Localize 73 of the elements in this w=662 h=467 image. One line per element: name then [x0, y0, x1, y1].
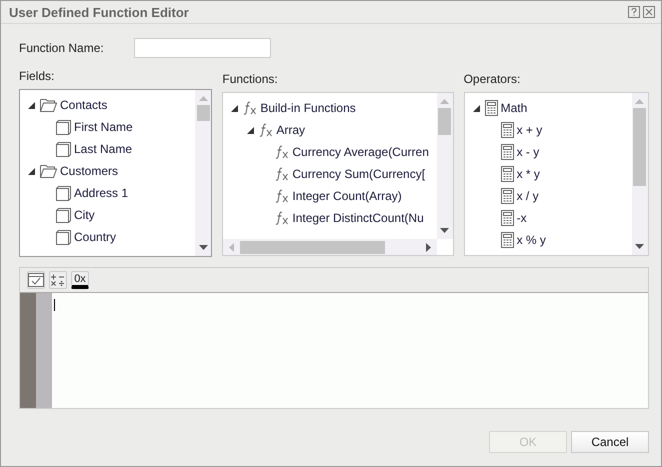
field-icon — [56, 230, 71, 244]
list-label: Operators: — [464, 72, 522, 86]
scroll-up-icon[interactable] — [198, 96, 208, 101]
tree-group[interactable]: Contacts — [60, 98, 108, 112]
field-icon — [56, 142, 71, 156]
scroll-up-icon[interactable] — [440, 99, 450, 104]
calculator-icon — [500, 232, 514, 248]
function-name-label: Function Name: — [19, 41, 105, 55]
scroll-down-icon[interactable] — [635, 244, 644, 249]
tree-group[interactable]: Array — [276, 123, 306, 137]
field-icon — [56, 186, 71, 200]
tree-item[interactable]: Currency Average(Curren — [292, 145, 429, 159]
scroll-up-icon[interactable] — [635, 99, 644, 104]
tree-item[interactable]: Country — [74, 230, 116, 244]
field-icon — [56, 120, 71, 134]
scroll-thumb[interactable] — [240, 240, 386, 254]
calculator-icon — [484, 100, 498, 116]
close-icon[interactable] — [643, 6, 655, 18]
tree-group[interactable]: Customers — [60, 164, 118, 178]
calculator-icon — [500, 122, 514, 138]
scroll-right-icon[interactable] — [426, 242, 431, 252]
scroll-thumb[interactable] — [438, 108, 452, 135]
hex-button[interactable]: 0x — [71, 271, 89, 289]
expand-arrow-icon[interactable] — [247, 126, 254, 134]
expand-arrow-icon[interactable] — [231, 104, 238, 112]
calculator-icon — [500, 144, 514, 160]
expand-arrow-icon[interactable] — [28, 168, 35, 174]
function-name-field[interactable] — [134, 38, 271, 58]
tree-item[interactable]: First Name — [74, 120, 133, 134]
tree-item[interactable]: Integer Count(Array) — [292, 189, 402, 203]
operators-button[interactable] — [49, 271, 67, 289]
function-icon — [275, 145, 290, 159]
scroll-down-icon[interactable] — [440, 228, 450, 233]
help-icon[interactable] — [628, 6, 640, 18]
tree-group[interactable]: Math — [500, 101, 528, 115]
function-icon — [243, 101, 258, 115]
tree-item[interactable]: x % y — [516, 233, 546, 247]
tree-item[interactable]: Last Name — [74, 142, 132, 156]
field-icon — [56, 208, 71, 222]
scroll-thumb[interactable] — [196, 105, 210, 121]
scroll-down-icon[interactable] — [198, 245, 208, 250]
tree-item[interactable]: City — [74, 208, 95, 222]
window-title: User Defined Function Editor — [9, 4, 189, 20]
tree-item[interactable]: x * y — [516, 167, 540, 181]
function-icon — [259, 123, 274, 137]
expand-arrow-icon[interactable] — [28, 102, 35, 108]
function-icon — [275, 211, 290, 225]
tree-item[interactable]: x / y — [516, 189, 539, 203]
tree-item[interactable]: Integer DistinctCount(Nu — [292, 211, 424, 225]
scroll-thumb[interactable] — [633, 108, 646, 186]
calculator-icon — [500, 210, 514, 226]
validate-button[interactable] — [27, 271, 45, 289]
expand-arrow-icon[interactable] — [472, 104, 480, 112]
cancel-button[interactable]: Cancel — [571, 431, 649, 453]
vertical-scrollbar[interactable] — [436, 93, 453, 239]
tree-item[interactable]: -x — [516, 211, 527, 225]
vertical-scrollbar[interactable] — [632, 93, 648, 255]
tree-item[interactable]: Currency Sum(Currency[ — [292, 167, 426, 181]
calculator-icon — [500, 166, 514, 182]
tree-item[interactable]: x + y — [516, 123, 542, 137]
calculator-icon — [500, 188, 514, 204]
folder-icon — [40, 98, 57, 112]
horizontal-scrollbar[interactable] — [223, 239, 437, 255]
list-label: Fields: — [19, 69, 56, 83]
scroll-left-icon[interactable] — [229, 242, 234, 252]
function-icon — [275, 167, 290, 181]
function-icon — [275, 189, 290, 203]
tree-group[interactable]: Build-in Functions — [260, 101, 356, 115]
list-label: Functions: — [222, 72, 279, 86]
tree-item[interactable]: x - y — [516, 145, 540, 159]
folder-icon — [40, 164, 57, 178]
tree-item[interactable]: Address 1 — [74, 186, 128, 200]
vertical-scrollbar[interactable] — [195, 90, 212, 256]
